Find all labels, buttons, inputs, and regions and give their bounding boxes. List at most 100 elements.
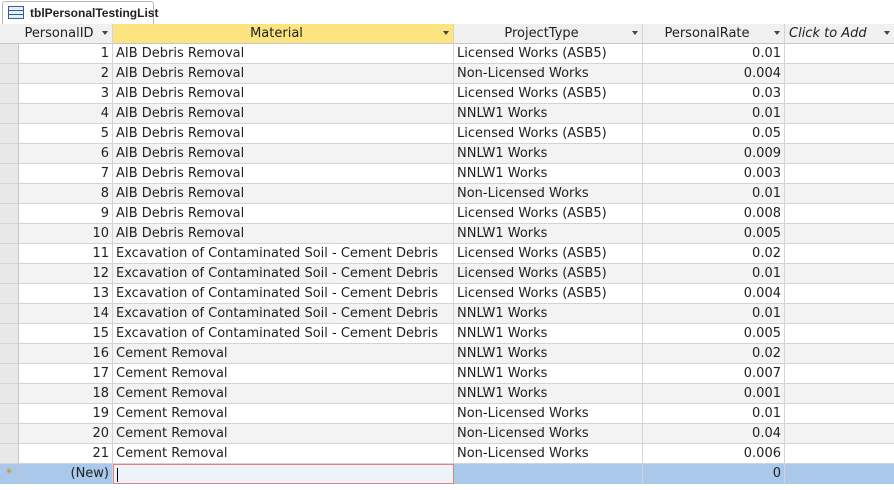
- cell-personalid[interactable]: 2: [19, 64, 113, 84]
- record-selector[interactable]: [0, 344, 19, 364]
- cell-material[interactable]: AIB Debris Removal: [113, 204, 454, 224]
- cell-projecttype[interactable]: NNLW1 Works: [454, 324, 643, 344]
- table-row[interactable]: 4 AIB Debris Removal NNLW1 Works 0.01: [0, 104, 894, 124]
- table-row[interactable]: 19 Cement Removal Non-Licensed Works 0.01: [0, 404, 894, 424]
- chevron-down-icon[interactable]: [443, 31, 449, 35]
- cell-material[interactable]: AIB Debris Removal: [113, 224, 454, 244]
- new-record-marker[interactable]: *: [0, 464, 19, 484]
- column-header-personalid[interactable]: PersonalID: [19, 24, 113, 44]
- cell-projecttype[interactable]: Non-Licensed Works: [454, 404, 643, 424]
- record-selector[interactable]: [0, 164, 19, 184]
- cell-projecttype[interactable]: NNLW1 Works: [454, 144, 643, 164]
- record-selector[interactable]: [0, 84, 19, 104]
- cell-click-to-add[interactable]: [785, 144, 894, 164]
- cell-material[interactable]: AIB Debris Removal: [113, 64, 454, 84]
- cell-projecttype[interactable]: NNLW1 Works: [454, 364, 643, 384]
- cell-personalrate[interactable]: 0.02: [643, 244, 785, 264]
- cell-personalrate[interactable]: 0.001: [643, 384, 785, 404]
- cell-projecttype[interactable]: NNLW1 Works: [454, 224, 643, 244]
- table-row[interactable]: 15 Excavation of Contaminated Soil - Ceme…: [0, 324, 894, 344]
- cell-personalrate[interactable]: 0.004: [643, 284, 785, 304]
- cell-click-to-add[interactable]: [785, 264, 894, 284]
- cell-projecttype[interactable]: Licensed Works (ASB5): [454, 284, 643, 304]
- cell-material[interactable]: AIB Debris Removal: [113, 144, 454, 164]
- cell-click-to-add[interactable]: [785, 304, 894, 324]
- record-selector[interactable]: [0, 444, 19, 464]
- table-row[interactable]: 8 AIB Debris Removal Non-Licensed Works 0.0…: [0, 184, 894, 204]
- record-selector[interactable]: [0, 324, 19, 344]
- table-row[interactable]: 5 AIB Debris Removal Licensed Works (ASB5)…: [0, 124, 894, 144]
- cell-click-to-add[interactable]: [785, 184, 894, 204]
- select-all-corner[interactable]: [0, 24, 20, 44]
- cell-projecttype[interactable]: NNLW1 Works: [454, 164, 643, 184]
- cell-material[interactable]: Cement Removal: [113, 364, 454, 384]
- cell-click-to-add[interactable]: [785, 164, 894, 184]
- table-row[interactable]: 12 Excavation of Contaminated Soil - Ceme…: [0, 264, 894, 284]
- record-selector[interactable]: [0, 44, 19, 64]
- cell-projecttype[interactable]: Licensed Works (ASB5): [454, 44, 643, 64]
- cell-personalid[interactable]: 1: [19, 44, 113, 64]
- cell-click-to-add[interactable]: [785, 424, 894, 444]
- table-row[interactable]: 1 AIB Debris Removal Licensed Works (ASB5)…: [0, 44, 894, 64]
- table-row[interactable]: 13 Excavation of Contaminated Soil - Ceme…: [0, 284, 894, 304]
- record-selector[interactable]: [0, 64, 19, 84]
- cell-personalid[interactable]: 7: [19, 164, 113, 184]
- cell-personalrate[interactable]: 0: [643, 464, 785, 484]
- cell-personalrate[interactable]: 0.006: [643, 444, 785, 464]
- cell-material[interactable]: Cement Removal: [113, 404, 454, 424]
- cell-click-to-add[interactable]: [785, 464, 894, 484]
- cell-material[interactable]: AIB Debris Removal: [113, 104, 454, 124]
- cell-click-to-add[interactable]: [785, 344, 894, 364]
- cell-click-to-add[interactable]: [785, 284, 894, 304]
- cell-click-to-add[interactable]: [785, 204, 894, 224]
- record-selector[interactable]: [0, 264, 19, 284]
- cell-click-to-add[interactable]: [785, 384, 894, 404]
- cell-material[interactable]: AIB Debris Removal: [113, 184, 454, 204]
- cell-personalrate[interactable]: 0.03: [643, 84, 785, 104]
- record-selector[interactable]: [0, 184, 19, 204]
- cell-projecttype[interactable]: NNLW1 Works: [454, 304, 643, 324]
- cell-material[interactable]: Excavation of Contaminated Soil - Cement…: [113, 324, 454, 344]
- cell-material[interactable]: Excavation of Contaminated Soil - Cement…: [113, 244, 454, 264]
- record-selector[interactable]: [0, 284, 19, 304]
- table-row[interactable]: 14 Excavation of Contaminated Soil - Ceme…: [0, 304, 894, 324]
- cell-personalid[interactable]: 11: [19, 244, 113, 264]
- cell-projecttype[interactable]: Licensed Works (ASB5): [454, 244, 643, 264]
- cell-personalid[interactable]: 8: [19, 184, 113, 204]
- cell-click-to-add[interactable]: [785, 44, 894, 64]
- cell-click-to-add[interactable]: [785, 404, 894, 424]
- cell-personalid[interactable]: (New): [19, 464, 113, 484]
- cell-personalrate[interactable]: 0.01: [643, 404, 785, 424]
- cell-material[interactable]: AIB Debris Removal: [113, 84, 454, 104]
- cell-personalrate[interactable]: 0.005: [643, 324, 785, 344]
- cell-personalid[interactable]: 18: [19, 384, 113, 404]
- cell-personalid[interactable]: 16: [19, 344, 113, 364]
- column-header-click-to-add[interactable]: Click to Add: [785, 24, 894, 44]
- new-record-row[interactable]: * (New) 0: [0, 464, 894, 484]
- cell-click-to-add[interactable]: [785, 444, 894, 464]
- chevron-down-icon[interactable]: [884, 31, 890, 35]
- cell-personalid[interactable]: 20: [19, 424, 113, 444]
- column-header-projecttype[interactable]: ProjectType: [454, 24, 643, 44]
- table-row[interactable]: 6 AIB Debris Removal NNLW1 Works 0.009: [0, 144, 894, 164]
- cell-personalrate[interactable]: 0.05: [643, 124, 785, 144]
- cell-click-to-add[interactable]: [785, 364, 894, 384]
- cell-click-to-add[interactable]: [785, 124, 894, 144]
- cell-projecttype[interactable]: Licensed Works (ASB5): [454, 124, 643, 144]
- cell-personalrate[interactable]: 0.01: [643, 44, 785, 64]
- cell-personalrate[interactable]: 0.009: [643, 144, 785, 164]
- table-row[interactable]: 7 AIB Debris Removal NNLW1 Works 0.003: [0, 164, 894, 184]
- cell-projecttype[interactable]: Non-Licensed Works: [454, 64, 643, 84]
- cell-material[interactable]: AIB Debris Removal: [113, 164, 454, 184]
- cell-personalrate[interactable]: 0.01: [643, 304, 785, 324]
- cell-projecttype[interactable]: NNLW1 Works: [454, 344, 643, 364]
- table-row[interactable]: 16 Cement Removal NNLW1 Works 0.02: [0, 344, 894, 364]
- cell-click-to-add[interactable]: [785, 64, 894, 84]
- record-selector[interactable]: [0, 104, 19, 124]
- table-row[interactable]: 11 Excavation of Contaminated Soil - Ceme…: [0, 244, 894, 264]
- cell-personalid[interactable]: 6: [19, 144, 113, 164]
- cell-personalrate[interactable]: 0.003: [643, 164, 785, 184]
- record-selector[interactable]: [0, 384, 19, 404]
- cell-material[interactable]: Cement Removal: [113, 384, 454, 404]
- cell-personalid[interactable]: 19: [19, 404, 113, 424]
